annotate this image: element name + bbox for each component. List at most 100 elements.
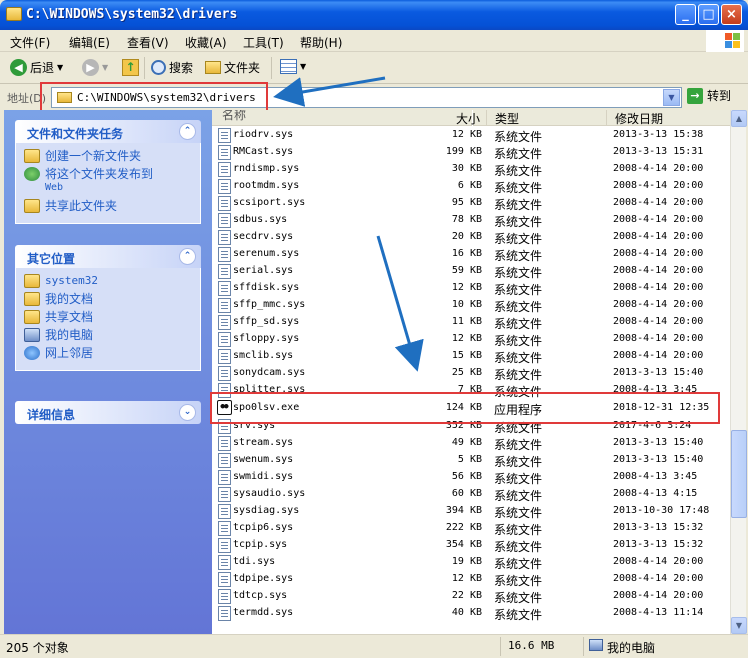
panel-title: 详细信息 bbox=[27, 408, 76, 422]
file-date: 2008-4-14 20:00 bbox=[613, 214, 704, 225]
table-row[interactable]: swmidi.sys 56 KB 系统文件 2008-4-13 3:45 bbox=[212, 469, 730, 486]
up-button[interactable]: ↑ bbox=[122, 59, 139, 76]
menu-view[interactable]: 查看(V) bbox=[127, 34, 169, 51]
back-button[interactable]: ◀ 后退 ▼ bbox=[10, 59, 63, 76]
table-row[interactable]: sdbus.sys 78 KB 系统文件 2008-4-14 20:00 bbox=[212, 212, 730, 229]
network-icon bbox=[24, 346, 40, 360]
panel-header[interactable]: 详细信息 ⌄ bbox=[15, 401, 201, 424]
views-dropdown-icon[interactable]: ▼ bbox=[300, 62, 306, 71]
file-list[interactable]: 名称 大小 类型 修改日期 riodrv.sys 12 KB 系统文件 2013-3-… bbox=[212, 110, 730, 634]
views-button[interactable]: ▼ bbox=[280, 59, 306, 74]
place-my-computer[interactable]: 我的电脑 bbox=[24, 328, 192, 342]
file-date: 2008-4-14 20:00 bbox=[613, 299, 704, 310]
panel-header[interactable]: 文件和文件夹任务 ⌃ bbox=[15, 120, 201, 143]
file-size: 60 KB bbox=[451, 488, 482, 499]
table-row[interactable]: sysaudio.sys 60 KB 系统文件 2008-4-13 4:15 bbox=[212, 486, 730, 503]
table-row[interactable]: tcpip6.sys 222 KB 系统文件 2013-3-13 15:32 bbox=[212, 520, 730, 537]
table-row[interactable]: rootmdm.sys 6 KB 系统文件 2008-4-14 20:00 bbox=[212, 178, 730, 195]
sys-file-icon bbox=[218, 470, 231, 485]
menu-help[interactable]: 帮助(H) bbox=[300, 34, 342, 51]
scroll-thumb[interactable] bbox=[731, 430, 747, 518]
address-dropdown-icon[interactable]: ▼ bbox=[663, 89, 680, 106]
collapse-chevron-icon[interactable]: ⌃ bbox=[179, 248, 196, 265]
go-button[interactable]: → 转到 bbox=[687, 87, 731, 104]
sys-file-icon bbox=[218, 572, 231, 587]
column-header-size-label[interactable]: 大小 bbox=[422, 110, 486, 126]
place-network[interactable]: 网上邻居 bbox=[24, 346, 192, 360]
file-type: 系统文件 bbox=[494, 591, 543, 605]
toolbar-separator bbox=[271, 57, 272, 79]
forward-dropdown-icon[interactable]: ▼ bbox=[102, 63, 108, 72]
table-row[interactable]: RMCast.sys 199 KB 系统文件 2013-3-13 15:31 bbox=[212, 144, 730, 161]
collapse-chevron-icon[interactable]: ⌃ bbox=[179, 123, 196, 140]
table-row[interactable]: sfloppy.sys 12 KB 系统文件 2008-4-14 20:00 bbox=[212, 331, 730, 348]
file-date: 2008-4-13 3:45 bbox=[613, 471, 698, 482]
file-type: 系统文件 bbox=[494, 300, 543, 314]
link-label: 共享文档 bbox=[45, 310, 94, 324]
menu-favorites[interactable]: 收藏(A) bbox=[185, 34, 227, 51]
file-size: 49 KB bbox=[451, 437, 482, 448]
file-size: 15 KB bbox=[451, 350, 482, 361]
file-size: 30 KB bbox=[451, 163, 482, 174]
table-row[interactable]: riodrv.sys 12 KB 系统文件 2013-3-13 15:38 bbox=[212, 127, 730, 144]
file-type: 系统文件 bbox=[494, 334, 543, 348]
back-dropdown-icon[interactable]: ▼ bbox=[57, 63, 63, 72]
minimize-button[interactable]: _ bbox=[675, 4, 696, 25]
place-shared-documents[interactable]: 共享文档 bbox=[24, 310, 192, 324]
place-system32[interactable]: system32 bbox=[24, 274, 192, 288]
share-folder-link[interactable]: 共享此文件夹 bbox=[24, 199, 192, 213]
vertical-scrollbar[interactable]: ▲ ▼ bbox=[730, 110, 747, 634]
table-row[interactable]: sffp_mmc.sys 10 KB 系统文件 2008-4-14 20:00 bbox=[212, 297, 730, 314]
menu-edit[interactable]: 编辑(E) bbox=[69, 34, 110, 51]
highlight-box-exe bbox=[210, 392, 720, 424]
table-row[interactable]: sonydcam.sys 25 KB 系统文件 2013-3-13 15:40 bbox=[212, 365, 730, 382]
panel-header[interactable]: 其它位置 ⌃ bbox=[15, 245, 201, 268]
table-row[interactable]: tdi.sys 19 KB 系统文件 2008-4-14 20:00 bbox=[212, 554, 730, 571]
column-header-type[interactable]: 类型 bbox=[486, 110, 606, 126]
object-count: 205 个对象 bbox=[6, 641, 69, 655]
file-type: 系统文件 bbox=[494, 489, 543, 503]
file-size: 10 KB bbox=[451, 299, 482, 310]
menu-tools[interactable]: 工具(T) bbox=[243, 34, 284, 51]
title-bar[interactable]: C:\WINDOWS\system32\drivers _ □ × bbox=[0, 0, 748, 30]
file-name: secdrv.sys bbox=[233, 231, 294, 242]
sys-file-icon bbox=[218, 145, 231, 160]
windows-logo-icon bbox=[706, 30, 744, 52]
scroll-up-button[interactable]: ▲ bbox=[731, 110, 747, 127]
table-row[interactable]: swenum.sys 5 KB 系统文件 2013-3-13 15:40 bbox=[212, 452, 730, 469]
folders-button[interactable]: 文件夹 bbox=[205, 59, 260, 76]
file-name: stream.sys bbox=[233, 437, 294, 448]
table-row[interactable]: sffdisk.sys 12 KB 系统文件 2008-4-14 20:00 bbox=[212, 280, 730, 297]
table-row[interactable]: smclib.sys 15 KB 系统文件 2008-4-14 20:00 bbox=[212, 348, 730, 365]
column-header-date[interactable]: 修改日期 bbox=[606, 110, 730, 126]
table-row[interactable]: secdrv.sys 20 KB 系统文件 2008-4-14 20:00 bbox=[212, 229, 730, 246]
table-row[interactable]: serial.sys 59 KB 系统文件 2008-4-14 20:00 bbox=[212, 263, 730, 280]
maximize-button[interactable]: □ bbox=[698, 4, 719, 25]
file-name: tcpip6.sys bbox=[233, 522, 294, 533]
table-row[interactable]: rndismp.sys 30 KB 系统文件 2008-4-14 20:00 bbox=[212, 161, 730, 178]
place-my-documents[interactable]: 我的文档 bbox=[24, 292, 192, 306]
search-button[interactable]: 搜索 bbox=[151, 59, 193, 76]
file-name: sfloppy.sys bbox=[233, 333, 300, 344]
table-row[interactable]: serenum.sys 16 KB 系统文件 2008-4-14 20:00 bbox=[212, 246, 730, 263]
sys-file-icon bbox=[218, 349, 231, 364]
scroll-down-button[interactable]: ▼ bbox=[731, 617, 747, 634]
table-row[interactable]: scsiport.sys 95 KB 系统文件 2008-4-14 20:00 bbox=[212, 195, 730, 212]
expand-chevron-icon[interactable]: ⌄ bbox=[179, 404, 196, 421]
table-row[interactable]: tdtcp.sys 22 KB 系统文件 2008-4-14 20:00 bbox=[212, 588, 730, 605]
table-row[interactable]: tdpipe.sys 12 KB 系统文件 2008-4-14 20:00 bbox=[212, 571, 730, 588]
publish-web-link[interactable]: 将这个文件夹发布到 Web bbox=[24, 167, 192, 195]
table-row[interactable]: sysdiag.sys 394 KB 系统文件 2013-10-30 17:48 bbox=[212, 503, 730, 520]
forward-button[interactable]: ▶ ▼ bbox=[82, 59, 108, 76]
sys-file-icon bbox=[218, 179, 231, 194]
menu-file[interactable]: 文件(F) bbox=[10, 34, 50, 51]
close-button[interactable]: × bbox=[721, 4, 742, 25]
table-row[interactable]: stream.sys 49 KB 系统文件 2013-3-13 15:40 bbox=[212, 435, 730, 452]
sys-file-icon bbox=[218, 247, 231, 262]
table-row[interactable]: termdd.sys 40 KB 系统文件 2008-4-13 11:14 bbox=[212, 605, 730, 622]
table-row[interactable]: tcpip.sys 354 KB 系统文件 2013-3-13 15:32 bbox=[212, 537, 730, 554]
folders-icon bbox=[205, 61, 221, 74]
file-date: 2008-4-14 20:00 bbox=[613, 163, 704, 174]
new-folder-link[interactable]: 创建一个新文件夹 bbox=[24, 149, 192, 163]
table-row[interactable]: sffp_sd.sys 11 KB 系统文件 2008-4-14 20:00 bbox=[212, 314, 730, 331]
